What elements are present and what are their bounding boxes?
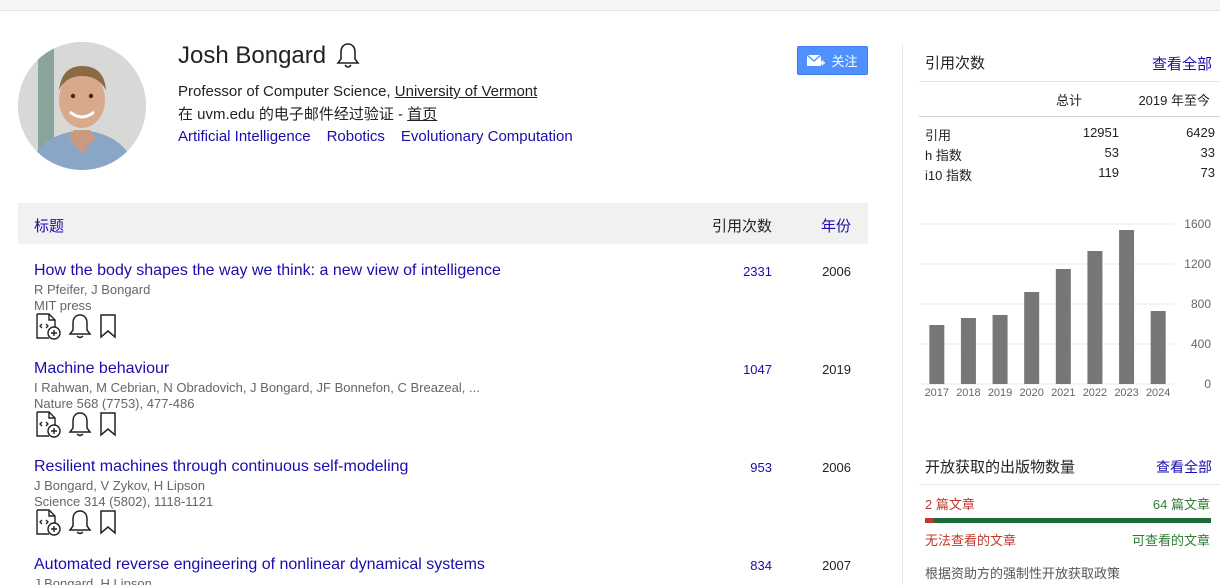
divider	[919, 116, 1220, 117]
profile-name: Josh Bongard	[178, 42, 327, 69]
citations-bar-chart: 1600 1200 800 400 0 2017 2018 2019 2020 2021 2022 2…	[921, 217, 1211, 399]
chart-y-tick-label: 400	[1191, 337, 1211, 351]
mandates-link[interactable]: 根据资助方的强制性开放获取政策	[925, 563, 1120, 582]
chart-bar-2020[interactable]	[1024, 292, 1040, 384]
chart-y-tick-label: 1200	[1184, 257, 1211, 271]
chart-bar-2018[interactable]	[960, 318, 976, 384]
export-citation-icon[interactable]	[34, 410, 62, 438]
publication-title[interactable]: Machine behaviour	[34, 360, 169, 378]
homepage-link[interactable]: 首页	[407, 106, 437, 123]
publication-cites[interactable]: 1047	[712, 362, 772, 377]
publication-cites[interactable]: 2331	[712, 264, 772, 279]
metric-total: 12951	[1082, 125, 1119, 140]
profile-avatar	[18, 42, 146, 170]
metric-total: 53	[1104, 145, 1119, 160]
publication-authors: J Bongard, H Lipson	[34, 576, 152, 585]
mail-plus-icon	[807, 53, 826, 66]
metric-since: 33	[1200, 145, 1215, 160]
publication-cites[interactable]: 834	[712, 558, 772, 573]
bell-icon[interactable]	[68, 508, 92, 536]
col-since-header: 2019 年至今	[1138, 93, 1210, 108]
interest-link-evolutionary[interactable]: Evolutionary Computation	[401, 128, 573, 145]
affiliation-title: Professor of Computer Science,	[178, 83, 395, 100]
interest-link-ai[interactable]: Artificial Intelligence	[178, 128, 311, 145]
bookmark-icon[interactable]	[98, 411, 118, 437]
bookmark-icon[interactable]	[98, 509, 118, 535]
metric-since: 6429	[1186, 125, 1215, 140]
bell-icon[interactable]	[68, 410, 92, 438]
metric-label: 引用	[925, 128, 952, 143]
publication-venue: Science 314 (5802), 1118-1121	[34, 494, 214, 509]
chart-bar-2019[interactable]	[992, 315, 1008, 384]
chart-bar-2021[interactable]	[1055, 269, 1071, 384]
bell-icon[interactable]	[68, 312, 92, 340]
metric-label: h 指数	[925, 148, 962, 163]
publication-title[interactable]: Automated reverse engineering of nonline…	[34, 556, 485, 574]
bookmark-icon[interactable]	[98, 313, 118, 339]
citations-title: 引用次数	[925, 55, 986, 72]
chart-y-tick-label: 1600	[1184, 217, 1211, 231]
chart-x-tick-label: 2022	[1083, 387, 1107, 399]
publication-year: 2019	[822, 362, 851, 377]
open-access-view-all-link[interactable]: 查看全部	[1156, 457, 1212, 477]
publication-title[interactable]: How the body shapes the way we think: a …	[34, 262, 501, 280]
chart-bar-2023[interactable]	[1119, 230, 1135, 384]
top-bar	[0, 0, 1220, 11]
publication-venue: Nature 568 (7753), 477-486	[34, 396, 195, 411]
chart-y-tick-label: 0	[1204, 377, 1211, 391]
metric-total: 119	[1098, 165, 1119, 180]
chart-bar-2022[interactable]	[1087, 251, 1103, 384]
chart-x-tick-label: 2018	[956, 387, 980, 399]
open-access-bar	[925, 518, 1211, 523]
chart-x-tick-label: 2019	[988, 387, 1012, 399]
email-verified: 在 uvm.edu 的电子邮件经过验证 - 首页	[178, 103, 437, 124]
verified-text: 在 uvm.edu 的电子邮件经过验证 -	[178, 106, 408, 123]
interest-link-robotics[interactable]: Robotics	[327, 128, 385, 145]
unavailable-label: 无法查看的文章	[925, 533, 1017, 548]
chart-x-tick-label: 2024	[1146, 387, 1170, 399]
metric-label: i10 指数	[925, 168, 972, 183]
col-total-header: 总计	[1056, 93, 1083, 108]
follow-label: 关注	[831, 54, 858, 69]
open-access-bar-unavailable	[925, 518, 934, 523]
affiliation-link[interactable]: University of Vermont	[395, 83, 538, 100]
chart-bar-2017[interactable]	[929, 325, 945, 384]
follow-button[interactable]: 关注	[797, 46, 868, 75]
chart-y-tick-label: 800	[1191, 297, 1211, 311]
chart-x-tick-label: 2017	[925, 387, 949, 399]
export-citation-icon[interactable]	[34, 508, 62, 536]
publication-title[interactable]: Resilient machines through continuous se…	[34, 458, 408, 476]
publication-year: 2007	[822, 558, 851, 573]
divider	[919, 81, 1220, 82]
available-count[interactable]: 64 篇文章	[1153, 494, 1210, 513]
chart-x-tick-label: 2020	[1019, 387, 1043, 399]
publication-venue: MIT press	[34, 298, 92, 313]
export-citation-icon[interactable]	[34, 312, 62, 340]
publication-year: 2006	[822, 460, 851, 475]
available-label: 可查看的文章	[1131, 533, 1210, 548]
bell-icon[interactable]	[336, 42, 360, 70]
metric-since: 73	[1200, 165, 1215, 180]
sort-by-year[interactable]: 年份	[821, 215, 851, 236]
chart-bar-2024[interactable]	[1150, 311, 1166, 384]
publication-authors: J Bongard, V Zykov, H Lipson	[34, 478, 206, 493]
publication-cites[interactable]: 953	[712, 460, 772, 475]
research-interests: Artificial Intelligence Robotics Evoluti…	[178, 128, 573, 145]
divider	[919, 484, 1220, 485]
affiliation: Professor of Computer Science, Universit…	[178, 83, 537, 100]
publication-authors: I Rahwan, M Cebrian, N Obradovich, J Bon…	[34, 380, 480, 395]
chart-x-tick-label: 2023	[1114, 387, 1138, 399]
open-access-title: 开放获取的出版物数量	[925, 459, 1076, 476]
publications-header: 标题 引用次数 年份	[18, 203, 868, 244]
publication-authors: R Pfeifer, J Bongard	[34, 282, 151, 297]
sort-by-cites[interactable]: 引用次数	[712, 215, 772, 236]
unavailable-count[interactable]: 2 篇文章	[925, 494, 975, 513]
citations-view-all-link[interactable]: 查看全部	[1152, 53, 1212, 74]
sort-by-title[interactable]: 标题	[34, 215, 64, 236]
chart-x-tick-label: 2021	[1051, 387, 1075, 399]
citations-sidebar: 引用次数 查看全部 总计 2019 年至今 引用 12951 6429 h 指数…	[902, 44, 1220, 585]
publication-year: 2006	[822, 264, 851, 279]
